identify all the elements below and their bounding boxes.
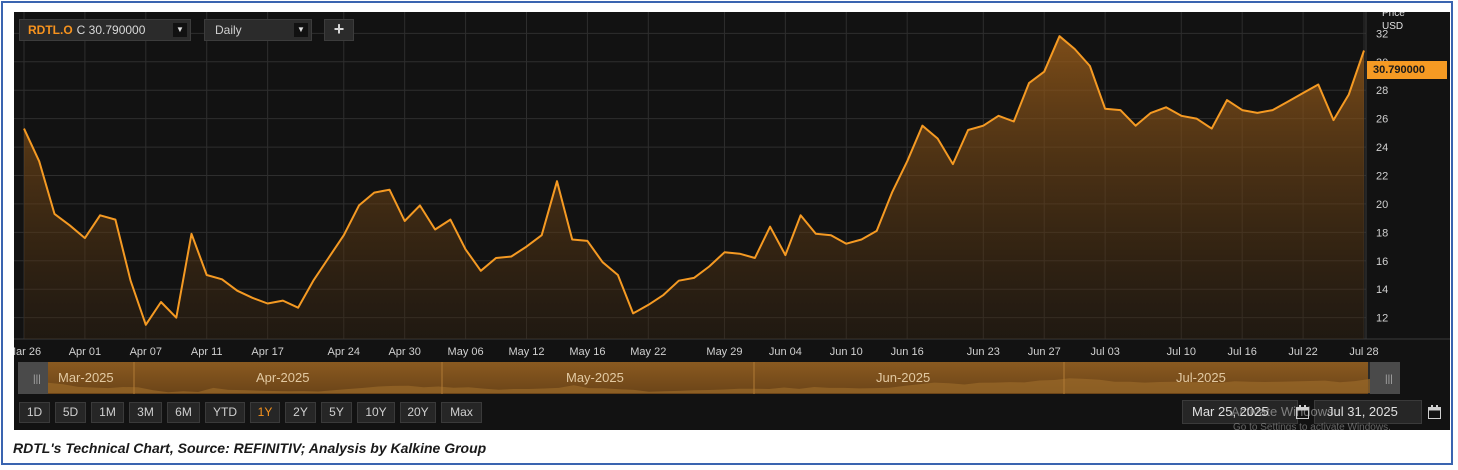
x-tick-label: Jul 03: [1090, 346, 1119, 358]
y-tick-label: 20: [1376, 199, 1388, 211]
x-tick-label: Jul 22: [1288, 346, 1317, 358]
x-tick-label: Jul 28: [1349, 346, 1378, 358]
frequency-label: Daily: [215, 23, 242, 37]
x-tick-label: Mar 26: [14, 346, 41, 358]
price-chart: 1214161820222426283032Mar 26Apr 01Apr 07…: [14, 12, 1450, 394]
right-handle-grip-icon: |||: [1385, 374, 1393, 385]
frequency-select[interactable]: Daily ▼: [204, 19, 312, 41]
x-tick-label: May 12: [508, 346, 544, 358]
range-button-ytd[interactable]: YTD: [205, 402, 245, 423]
chevron-down-icon[interactable]: ▼: [173, 23, 187, 37]
navigator-month-label: Jun-2025: [876, 370, 930, 385]
y-tick-label: 28: [1376, 85, 1388, 97]
activate-windows-watermark: Activate Windows: [1231, 404, 1334, 419]
left-handle-grip-icon: |||: [33, 374, 41, 385]
y-tick-label: 14: [1376, 284, 1388, 296]
range-button-1d[interactable]: 1D: [19, 402, 50, 423]
x-tick-label: May 22: [630, 346, 666, 358]
range-button-1m[interactable]: 1M: [91, 402, 124, 423]
range-button-5y[interactable]: 5Y: [321, 402, 352, 423]
x-tick-label: Jun 27: [1028, 346, 1061, 358]
y-tick-label: 26: [1376, 114, 1388, 126]
x-tick-label: Jun 16: [891, 346, 924, 358]
price-axis-title: Price USD: [1382, 12, 1405, 33]
date-to-value: Jul 31, 2025: [1327, 404, 1398, 419]
add-button[interactable]: +: [324, 19, 354, 41]
activate-windows-watermark-sub: Go to Settings to activate Windows.: [1233, 422, 1391, 430]
chevron-down-icon[interactable]: ▼: [294, 23, 308, 37]
figure-caption: RDTL's Technical Chart, Source: REFINITI…: [13, 440, 487, 456]
instrument-selector[interactable]: RDTL.O C 30.790000 ▼: [19, 19, 191, 41]
x-tick-label: Apr 07: [130, 346, 162, 358]
x-tick-label: Jul 10: [1167, 346, 1196, 358]
x-tick-label: Jun 04: [769, 346, 802, 358]
ric-label: RDTL.O: [28, 23, 73, 37]
range-button-10y[interactable]: 10Y: [357, 402, 395, 423]
navigator-month-label: Jul-2025: [1176, 370, 1226, 385]
range-button-5d[interactable]: 5D: [55, 402, 86, 423]
x-tick-label: Jun 10: [830, 346, 863, 358]
figure-frame: 1214161820222426283032Mar 26Apr 01Apr 07…: [1, 1, 1453, 465]
y-tick-label: 18: [1376, 227, 1388, 239]
chart-panel: 1214161820222426283032Mar 26Apr 01Apr 07…: [14, 12, 1450, 430]
series-area: [24, 36, 1364, 339]
x-tick-label: Apr 30: [388, 346, 420, 358]
range-button-6m[interactable]: 6M: [167, 402, 200, 423]
x-tick-label: Jul 16: [1228, 346, 1257, 358]
range-button-1y[interactable]: 1Y: [250, 402, 280, 423]
range-button-2y[interactable]: 2Y: [285, 402, 316, 423]
navigator-month-label: May-2025: [566, 370, 624, 385]
y-tick-label: 24: [1376, 142, 1388, 154]
x-tick-label: May 06: [448, 346, 484, 358]
y-tick-label: 22: [1376, 171, 1388, 183]
navigator[interactable]: ||| ||| Mar-2025 Apr-2025 May-2025 Jun-2025…: [18, 362, 1400, 394]
y-tick-label: 12: [1376, 313, 1388, 325]
price-axis-title-line2: USD: [1382, 21, 1404, 32]
x-tick-label: Apr 24: [328, 346, 360, 358]
x-tick-label: May 16: [569, 346, 605, 358]
last-price-flag: 30.790000: [1367, 61, 1447, 79]
calendar-icon[interactable]: [1428, 405, 1441, 419]
x-tick-label: Apr 17: [251, 346, 283, 358]
navigator-month-label: Apr-2025: [256, 370, 309, 385]
range-button-max[interactable]: Max: [441, 402, 482, 423]
close-price-label: C 30.790000: [76, 23, 146, 37]
x-tick-label: Apr 11: [191, 346, 223, 358]
x-tick-label: Apr 01: [69, 346, 101, 358]
price-axis-title-line1: Price: [1382, 12, 1405, 19]
x-tick-label: May 29: [706, 346, 742, 358]
y-tick-label: 16: [1376, 256, 1388, 268]
range-button-3m[interactable]: 3M: [129, 402, 162, 423]
range-button-20y[interactable]: 20Y: [400, 402, 436, 423]
navigator-month-label: Mar-2025: [58, 370, 114, 385]
x-tick-label: Jun 23: [967, 346, 1000, 358]
